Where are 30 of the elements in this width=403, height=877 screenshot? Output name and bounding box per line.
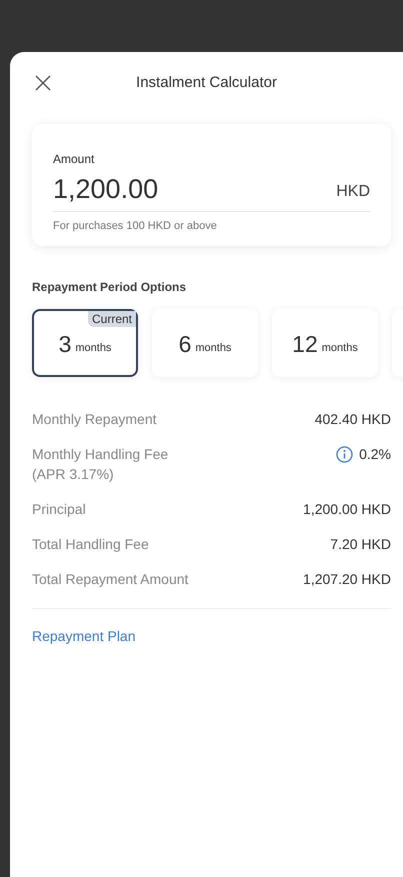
detail-label: Total Repayment Amount (32, 570, 188, 589)
sheet-title: Instalment Calculator (136, 74, 277, 90)
period-option[interactable]: Current 3 months (32, 309, 138, 377)
detail-label: Principal (32, 500, 86, 519)
info-icon[interactable] (336, 446, 354, 462)
detail-label: Monthly Handling Fee (APR 3.17%) (32, 445, 168, 484)
detail-value: 7.20 HKD (330, 536, 391, 552)
current-badge: Current (88, 311, 136, 327)
period-number: 3 (58, 330, 72, 358)
period-option[interactable]: 6 months (152, 309, 258, 377)
detail-label: Total Handling Fee (32, 535, 149, 554)
period-unit: months (75, 342, 112, 354)
amount-value: 1,200.00 (53, 174, 158, 205)
period-number: 12 (292, 330, 318, 358)
detail-label: Monthly Repayment (32, 410, 157, 429)
period-unit: months (195, 342, 232, 354)
amount-field[interactable]: 1,200.00 HKD (53, 168, 370, 212)
detail-value: 1,200.00 HKD (303, 501, 391, 517)
period-number: 6 (178, 330, 192, 358)
amount-hint: For purchases 100 HKD or above (53, 220, 217, 232)
detail-value: 0.2% (359, 446, 391, 462)
period-unit: months (322, 342, 358, 354)
amount-label: Amount (53, 152, 94, 166)
detail-value: 1,207.20 HKD (303, 571, 391, 587)
detail-value: 402.40 HKD (314, 411, 391, 427)
period-option[interactable]: 12 months (272, 309, 378, 377)
section-title: Repayment Period Options (32, 280, 186, 294)
repayment-plan-link[interactable]: Repayment Plan (32, 628, 136, 644)
currency-label: HKD (336, 183, 370, 202)
close-icon[interactable] (34, 74, 52, 92)
